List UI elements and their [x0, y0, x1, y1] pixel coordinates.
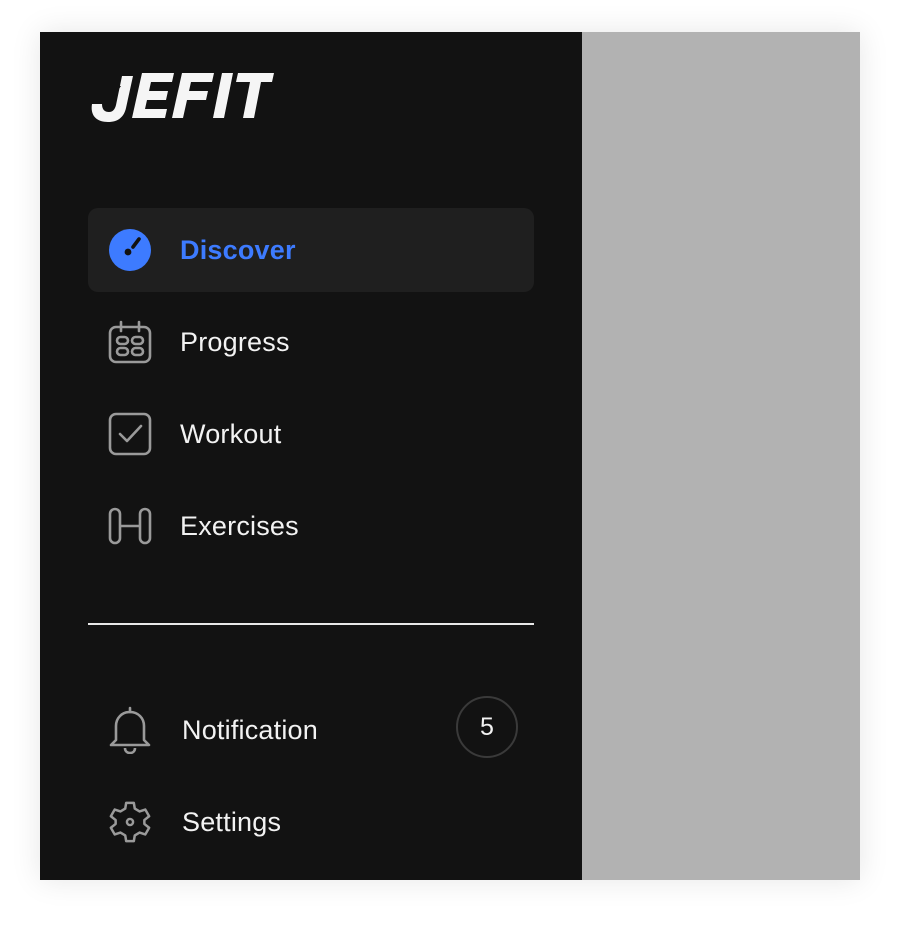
gear-icon — [108, 800, 152, 844]
sidebar: Discover Progress Workout Exercises Noti… — [40, 32, 582, 880]
nav-item-exercises[interactable]: Exercises — [88, 484, 534, 568]
nav-label-settings: Settings — [182, 806, 282, 837]
sidebar-divider — [88, 623, 534, 625]
dumbbell-icon — [108, 504, 152, 548]
notification-count-badge: 5 — [456, 696, 518, 758]
compass-icon — [108, 228, 152, 272]
nav-label-exercises: Exercises — [180, 510, 299, 541]
main-nav: Discover Progress Workout Exercises — [88, 208, 534, 576]
nav-label-discover: Discover — [180, 234, 296, 265]
nav-item-settings[interactable]: Settings — [88, 776, 534, 868]
nav-label-notification: Notification — [182, 714, 318, 745]
nav-item-progress[interactable]: Progress — [88, 300, 534, 384]
nav-label-workout: Workout — [180, 418, 282, 449]
calendar-icon — [108, 320, 152, 364]
nav-item-notification[interactable]: Notification 5 — [88, 684, 534, 776]
checkbox-icon — [108, 412, 152, 456]
app-frame: Discover Progress Workout Exercises Noti… — [40, 32, 860, 880]
nav-item-discover[interactable]: Discover — [88, 208, 534, 292]
bell-icon — [108, 706, 152, 754]
nav-label-progress: Progress — [180, 326, 290, 357]
nav-item-workout[interactable]: Workout — [88, 392, 534, 476]
jefit-logo[interactable] — [88, 72, 274, 122]
content-overlay[interactable] — [582, 32, 860, 880]
bottom-nav: Notification 5 Settings — [88, 684, 534, 868]
